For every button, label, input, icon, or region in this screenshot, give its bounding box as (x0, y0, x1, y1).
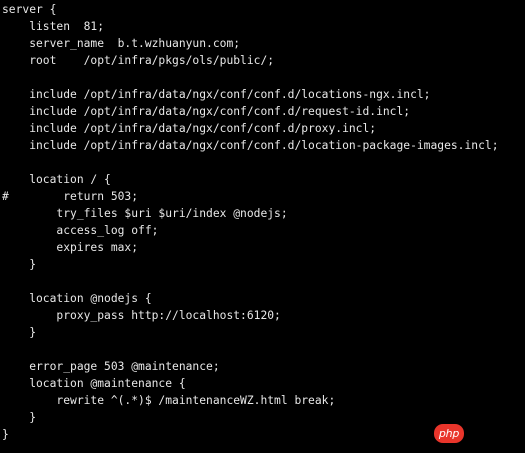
config-line: location @maintenance { (2, 377, 186, 390)
terminal-window: server { listen 81; server_name b.t.wzhu… (0, 0, 525, 453)
config-line: server_name b.t.wzhuanyun.com; (2, 37, 241, 50)
config-line: # return 503; (2, 190, 139, 203)
config-line (2, 69, 525, 86)
nginx-config-text: server { listen 81; server_name b.t.wzhu… (2, 1, 525, 443)
config-line: } (2, 258, 37, 271)
config-line: listen 81; (2, 20, 105, 33)
config-line: rewrite ^(.*)$ /maintenanceWZ.html break… (2, 394, 336, 407)
config-line: expires max; (2, 241, 139, 254)
config-line: include /opt/infra/data/ngx/conf/conf.d/… (2, 88, 431, 101)
config-line: root /opt/infra/pkgs/ols/public/; (2, 54, 275, 67)
config-line: try_files $uri $uri/index @nodejs; (2, 207, 288, 220)
php-watermark-logo: php (434, 424, 464, 443)
config-line: error_page 503 @maintenance; (2, 360, 220, 373)
config-line: location @nodejs { (2, 292, 152, 305)
config-line: proxy_pass http://localhost:6120; (2, 309, 281, 322)
config-line: include /opt/infra/data/ngx/conf/conf.d/… (2, 105, 411, 118)
config-line: access_log off; (2, 224, 159, 237)
config-line (2, 154, 525, 171)
config-line: } (2, 326, 37, 339)
config-line (2, 273, 525, 290)
config-line: server { (2, 3, 57, 16)
config-line: include /opt/infra/data/ngx/conf/conf.d/… (2, 122, 377, 135)
config-line (2, 341, 525, 358)
config-line: include /opt/infra/data/ngx/conf/conf.d/… (2, 139, 499, 152)
config-line: location / { (2, 173, 111, 186)
